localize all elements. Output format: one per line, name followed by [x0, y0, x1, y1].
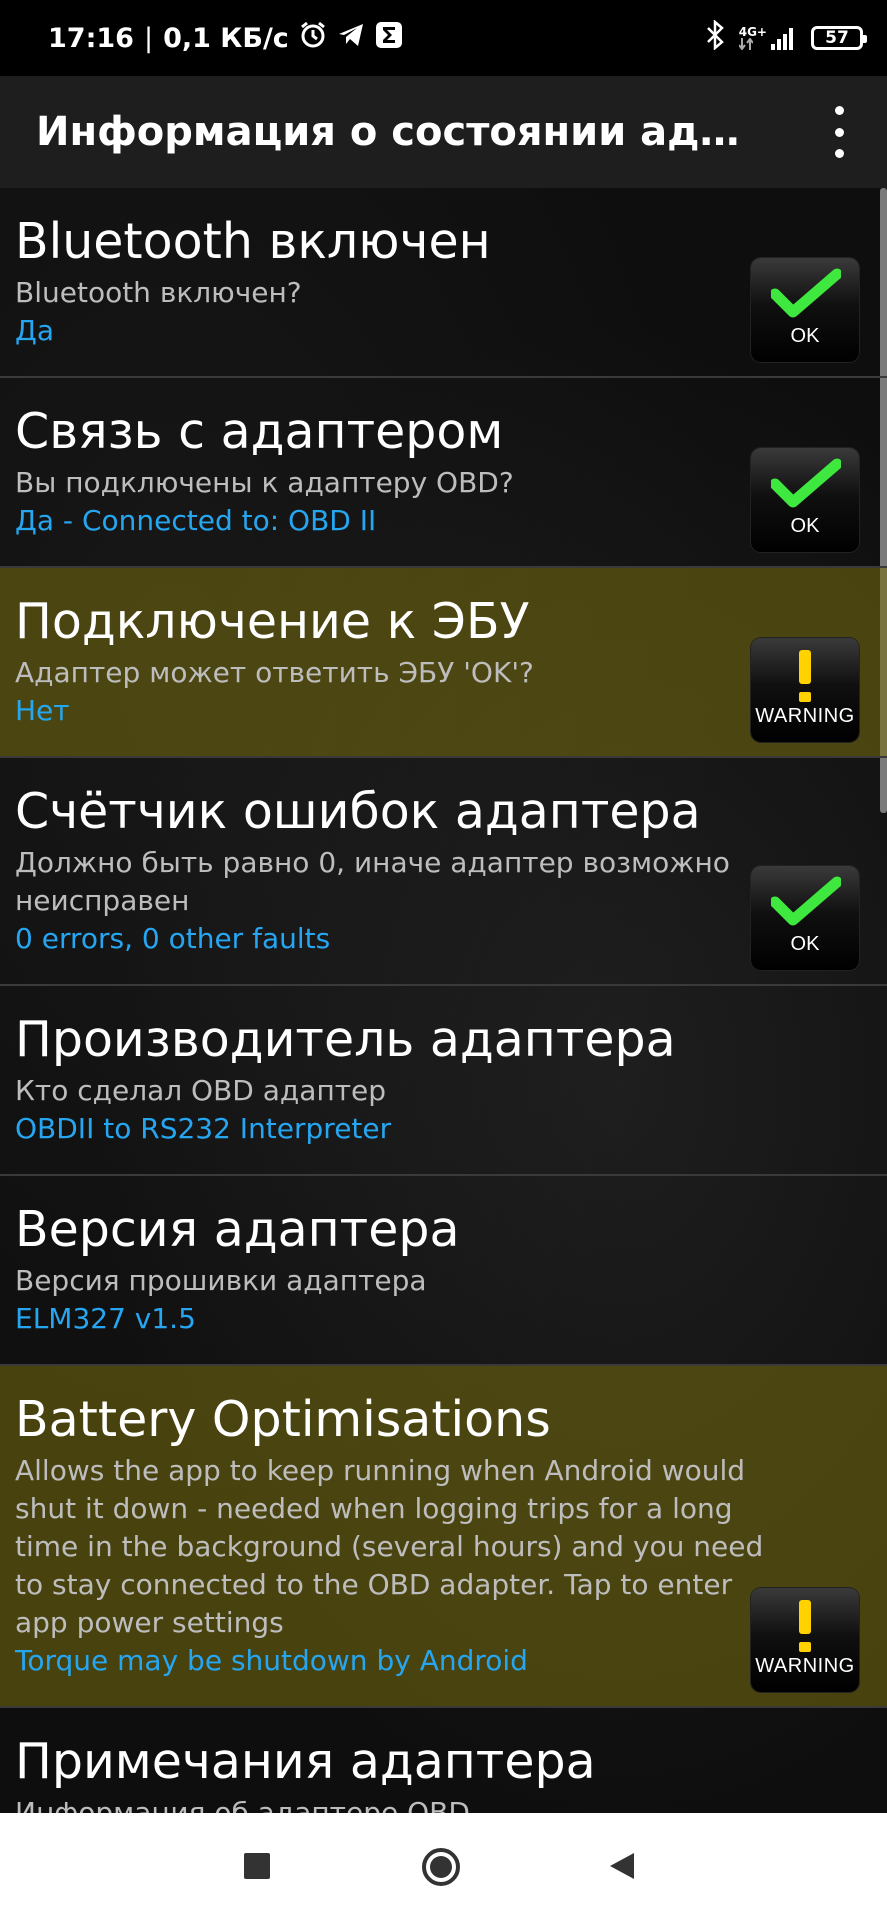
- clock: 17:16: [48, 22, 134, 54]
- sigma-app-icon: [375, 21, 403, 56]
- check-icon: [771, 458, 841, 508]
- page-title: Информация о состоянии адаптера: [36, 109, 756, 155]
- item-title: Battery Optimisations: [15, 1391, 551, 1448]
- item-title: Счётчик ошибок адаптера: [15, 783, 701, 840]
- circle-icon[interactable]: [421, 1847, 461, 1891]
- status-label: OK: [790, 933, 820, 955]
- list-item-adapter-version[interactable]: Версия адаптера Версия прошивки адаптера…: [0, 1176, 887, 1366]
- item-description: Allows the app to keep running when Andr…: [15, 1454, 764, 1639]
- square-icon[interactable]: [244, 1853, 270, 1883]
- telegram-icon: [337, 22, 365, 55]
- item-description: Вы подключены к адаптеру OBD?: [15, 466, 514, 499]
- more-vert-icon[interactable]: [827, 106, 851, 158]
- ok-status-icon: OK: [751, 448, 859, 552]
- app-bar: Информация о состоянии адаптера: [0, 76, 887, 188]
- battery-indicator: 57: [811, 26, 867, 50]
- status-label: OK: [790, 325, 820, 347]
- check-icon: [771, 268, 841, 318]
- item-description: Кто сделал OBD адаптер: [15, 1074, 387, 1107]
- exclamation-icon: [799, 650, 811, 702]
- item-title: Версия адаптера: [15, 1201, 460, 1258]
- item-title: Связь с адаптером: [15, 403, 504, 460]
- list-item-adapter-error-counter[interactable]: Счётчик ошибок адаптера Должно быть равн…: [0, 758, 887, 986]
- list-item-bluetooth[interactable]: Bluetooth включен Bluetooth включен? Да …: [0, 188, 887, 378]
- list-item-adapter-notes[interactable]: Примечания адаптера Информация об адапте…: [0, 1708, 887, 1813]
- item-title: Подключение к ЭБУ: [15, 593, 530, 650]
- list-item-ecu-connection[interactable]: Подключение к ЭБУ Адаптер может ответить…: [0, 568, 887, 758]
- adapter-status-list[interactable]: Bluetooth включен Bluetooth включен? Да …: [0, 188, 887, 1813]
- signal-icon: 4G+: [738, 25, 797, 50]
- item-value: Да: [15, 314, 55, 347]
- item-description: Bluetooth включен?: [15, 276, 302, 309]
- status-label: OK: [790, 515, 820, 537]
- bluetooth-icon: [705, 18, 725, 57]
- status-left: 17:16 | 0,1 КБ/с: [48, 21, 403, 56]
- status-label: WARNING: [755, 705, 855, 727]
- item-value: OBDII to RS232 Interpreter: [15, 1112, 392, 1145]
- network-speed: 0,1 КБ/с: [163, 22, 289, 54]
- ok-status-icon: OK: [751, 258, 859, 362]
- check-icon: [771, 876, 841, 926]
- exclamation-icon: [799, 1600, 811, 1652]
- status-right: 4G+ 57: [705, 18, 867, 57]
- item-title: Производитель адаптера: [15, 1011, 676, 1068]
- status-label: WARNING: [755, 1655, 855, 1677]
- item-value: 0 errors, 0 other faults: [15, 922, 331, 955]
- item-value: ELM327 v1.5: [15, 1302, 196, 1335]
- warning-status-icon: WARNING: [751, 638, 859, 742]
- item-value: Да - Connected to: OBD II: [15, 504, 377, 537]
- network-type: 4G+: [738, 25, 767, 39]
- item-description: Версия прошивки адаптера: [15, 1264, 427, 1297]
- item-description: Информация об адаптере OBD: [15, 1796, 470, 1813]
- item-value: Нет: [15, 694, 70, 727]
- item-title: Bluetooth включен: [15, 213, 491, 270]
- ok-status-icon: OK: [751, 866, 859, 970]
- status-bar: 17:16 | 0,1 КБ/с 4G+ 57: [0, 0, 887, 76]
- list-item-adapter-manufacturer[interactable]: Производитель адаптера Кто сделал OBD ад…: [0, 986, 887, 1176]
- separator: |: [143, 22, 154, 54]
- warning-status-icon: WARNING: [751, 1588, 859, 1692]
- item-title: Примечания адаптера: [15, 1733, 596, 1790]
- item-description: Адаптер может ответить ЭБУ 'OK'?: [15, 656, 534, 689]
- alarm-icon: [299, 21, 327, 56]
- list-item-adapter-connection[interactable]: Связь с адаптером Вы подключены к адапте…: [0, 378, 887, 568]
- list-item-battery-optimisations[interactable]: Battery Optimisations Allows the app to …: [0, 1366, 887, 1708]
- item-value: Torque may be shutdown by Android: [15, 1644, 528, 1677]
- triangle-back-icon[interactable]: [608, 1851, 636, 1885]
- item-description: Должно быть равно 0, иначе адаптер возмо…: [15, 846, 730, 917]
- navigation-bar: [0, 1813, 887, 1920]
